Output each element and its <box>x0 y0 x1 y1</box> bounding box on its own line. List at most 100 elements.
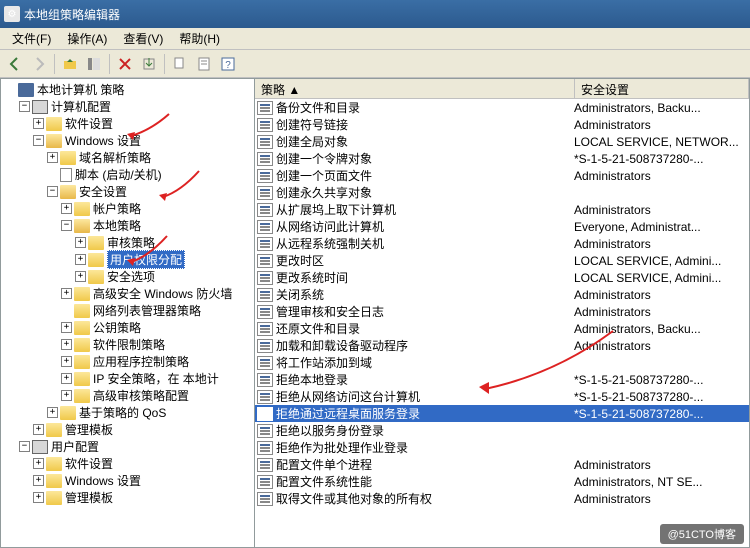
policy-icon <box>257 390 273 404</box>
expand-icon[interactable]: + <box>47 152 58 163</box>
tree-admin-templates[interactable]: +管理模板 <box>1 421 254 438</box>
tree-security-options[interactable]: +安全选项 <box>1 268 254 285</box>
tree-software-settings[interactable]: +软件设置 <box>1 115 254 132</box>
list-item[interactable]: 更改时区LOCAL SERVICE, Admini... <box>255 252 749 269</box>
expand-icon[interactable]: + <box>61 356 72 367</box>
refresh-button[interactable] <box>169 53 191 75</box>
list-item[interactable]: 取得文件或其他对象的所有权Administrators <box>255 490 749 507</box>
export-button[interactable] <box>138 53 160 75</box>
expand-icon[interactable]: + <box>33 492 44 503</box>
tree-ip-security[interactable]: +IP 安全策略，在 本地计 <box>1 370 254 387</box>
expand-icon[interactable]: + <box>47 407 58 418</box>
collapse-icon[interactable]: − <box>33 135 44 146</box>
expand-icon[interactable]: + <box>61 339 72 350</box>
tree-pane[interactable]: 本地计算机 策略 −计算机配置 +软件设置 −Windows 设置 +域名解析策… <box>0 78 255 548</box>
properties-button[interactable] <box>193 53 215 75</box>
list-item[interactable]: 管理审核和安全日志Administrators <box>255 303 749 320</box>
list-header: 策略 ▲ 安全设置 <box>255 79 749 99</box>
list-item[interactable]: 还原文件和目录Administrators, Backu... <box>255 320 749 337</box>
tree-scripts[interactable]: 脚本 (启动/关机) <box>1 166 254 183</box>
up-folder-button[interactable] <box>59 53 81 75</box>
policy-icon <box>257 101 273 115</box>
tree-local-policy[interactable]: −本地策略 <box>1 217 254 234</box>
tree-app-control[interactable]: +应用程序控制策略 <box>1 353 254 370</box>
list-item[interactable]: 创建全局对象LOCAL SERVICE, NETWOR... <box>255 133 749 150</box>
policy-name: 拒绝通过远程桌面服务登录 <box>276 405 574 422</box>
policy-icon <box>257 305 273 319</box>
expand-icon[interactable]: + <box>61 373 72 384</box>
tree-u-software[interactable]: +软件设置 <box>1 455 254 472</box>
delete-button[interactable] <box>114 53 136 75</box>
list-item[interactable]: 加载和卸载设备驱动程序Administrators <box>255 337 749 354</box>
expand-icon[interactable]: + <box>75 271 86 282</box>
tree-computer-config[interactable]: −计算机配置 <box>1 98 254 115</box>
list-item[interactable]: 拒绝通过远程桌面服务登录*S-1-5-21-508737280-... <box>255 405 749 422</box>
menu-action[interactable]: 操作(A) <box>59 28 115 49</box>
collapse-icon[interactable]: − <box>47 186 58 197</box>
list-item[interactable]: 拒绝作为批处理作业登录 <box>255 439 749 456</box>
expand-icon[interactable]: + <box>61 288 72 299</box>
list-item[interactable]: 将工作站添加到域 <box>255 354 749 371</box>
expand-icon[interactable]: + <box>33 475 44 486</box>
collapse-icon[interactable]: − <box>19 441 30 452</box>
tree-account-policy[interactable]: +帐户策略 <box>1 200 254 217</box>
menu-view[interactable]: 查看(V) <box>115 28 171 49</box>
tree-windows-settings[interactable]: −Windows 设置 <box>1 132 254 149</box>
collapse-icon[interactable]: − <box>19 101 30 112</box>
expand-icon[interactable]: + <box>33 118 44 129</box>
list-item[interactable]: 从网络访问此计算机Everyone, Administrat... <box>255 218 749 235</box>
tree-public-key[interactable]: +公钥策略 <box>1 319 254 336</box>
tree-policy-qos[interactable]: +基于策略的 QoS <box>1 404 254 421</box>
expand-icon[interactable]: + <box>75 254 86 265</box>
tree-root[interactable]: 本地计算机 策略 <box>1 81 254 98</box>
list-item[interactable]: 更改系统时间LOCAL SERVICE, Admini... <box>255 269 749 286</box>
expand-icon[interactable]: + <box>61 203 72 214</box>
expand-icon[interactable]: + <box>33 424 44 435</box>
tree-security-settings[interactable]: −安全设置 <box>1 183 254 200</box>
list-item[interactable]: 从远程系统强制关机Administrators <box>255 235 749 252</box>
list-item[interactable]: 拒绝本地登录*S-1-5-21-508737280-... <box>255 371 749 388</box>
tree-software-restrict[interactable]: +软件限制策略 <box>1 336 254 353</box>
tree-network-list[interactable]: 网络列表管理器策略 <box>1 302 254 319</box>
policy-name: 拒绝以服务身份登录 <box>276 422 574 439</box>
window-title: 本地组策略编辑器 <box>24 6 746 23</box>
tree-u-templates[interactable]: +管理模板 <box>1 489 254 506</box>
tree-user-config[interactable]: −用户配置 <box>1 438 254 455</box>
expand-icon[interactable]: + <box>75 237 86 248</box>
expand-icon[interactable]: + <box>33 458 44 469</box>
policy-name: 关闭系统 <box>276 286 574 303</box>
column-security[interactable]: 安全设置 <box>575 79 749 98</box>
list-item[interactable]: 拒绝以服务身份登录 <box>255 422 749 439</box>
menu-help[interactable]: 帮助(H) <box>171 28 228 49</box>
list-item[interactable]: 配置文件单个进程Administrators <box>255 456 749 473</box>
list-item[interactable]: 创建一个页面文件Administrators <box>255 167 749 184</box>
forward-button[interactable] <box>28 53 50 75</box>
list-item[interactable]: 创建永久共享对象 <box>255 184 749 201</box>
policy-icon <box>257 186 273 200</box>
list-pane[interactable]: 策略 ▲ 安全设置 备份文件和目录Administrators, Backu..… <box>255 78 750 548</box>
list-item[interactable]: 备份文件和目录Administrators, Backu... <box>255 99 749 116</box>
list-item[interactable]: 创建符号链接Administrators <box>255 116 749 133</box>
show-tree-button[interactable] <box>83 53 105 75</box>
list-item[interactable]: 关闭系统Administrators <box>255 286 749 303</box>
separator <box>54 54 55 74</box>
collapse-icon[interactable]: − <box>61 220 72 231</box>
expand-icon[interactable]: + <box>61 390 72 401</box>
back-button[interactable] <box>4 53 26 75</box>
tree-audit-policy[interactable]: +审核策略 <box>1 234 254 251</box>
list-item[interactable]: 配置文件系统性能Administrators, NT SE... <box>255 473 749 490</box>
expand-icon[interactable]: + <box>61 322 72 333</box>
tree-win-firewall[interactable]: +高级安全 Windows 防火墙 <box>1 285 254 302</box>
menu-file[interactable]: 文件(F) <box>4 28 59 49</box>
list-item[interactable]: 创建一个令牌对象*S-1-5-21-508737280-... <box>255 150 749 167</box>
tree-advanced-audit[interactable]: +高级审核策略配置 <box>1 387 254 404</box>
list-item[interactable]: 从扩展坞上取下计算机Administrators <box>255 201 749 218</box>
policy-name: 配置文件单个进程 <box>276 456 574 473</box>
help-button[interactable]: ? <box>217 53 239 75</box>
list-item[interactable]: 拒绝从网络访问这台计算机*S-1-5-21-508737280-... <box>255 388 749 405</box>
tree-user-rights[interactable]: +用户权限分配 <box>1 251 254 268</box>
security-setting: LOCAL SERVICE, Admini... <box>574 254 749 268</box>
column-policy[interactable]: 策略 ▲ <box>255 79 575 98</box>
tree-dns-policy[interactable]: +域名解析策略 <box>1 149 254 166</box>
tree-u-windows[interactable]: +Windows 设置 <box>1 472 254 489</box>
